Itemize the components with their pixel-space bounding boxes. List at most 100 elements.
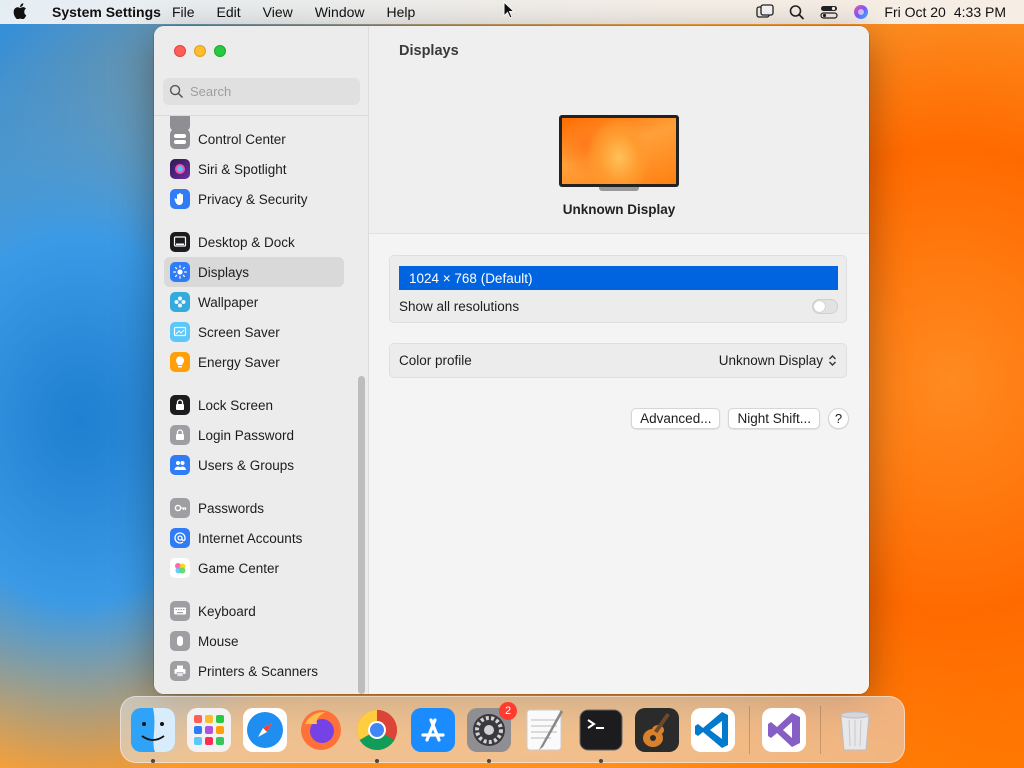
sidebar-item-wallpaper[interactable]: Wallpaper [164, 287, 344, 317]
sidebar-item-lock-screen[interactable]: Lock Screen [164, 390, 344, 420]
dock-system-settings[interactable]: 2 [465, 701, 517, 763]
dock-launchpad[interactable] [185, 706, 233, 754]
dock-trash[interactable] [831, 706, 879, 754]
sidebar-item-mouse[interactable]: Mouse [164, 626, 344, 656]
dock-chrome[interactable] [353, 706, 401, 763]
sidebar-item-users-groups[interactable]: Users & Groups [164, 450, 344, 480]
sidebar-item-keyboard[interactable]: Keyboard [164, 596, 344, 626]
show-all-resolutions-row: Show all resolutions [399, 295, 838, 317]
sidebar-item-label: Keyboard [198, 603, 256, 619]
lock-icon [170, 395, 190, 415]
advanced-button[interactable]: Advanced... [631, 408, 721, 429]
finder-icon [131, 707, 175, 752]
sidebar-search[interactable] [163, 78, 360, 105]
running-indicator [487, 758, 491, 763]
app-menu[interactable]: System Settings [40, 4, 161, 20]
display-header: Displays Unknown Display [369, 26, 869, 234]
minimize-window-button[interactable] [194, 45, 206, 57]
dock-firefox[interactable] [297, 706, 345, 754]
sidebar-item-control-center[interactable]: Control Center [164, 124, 344, 154]
padlock-icon [170, 425, 190, 445]
show-all-resolutions-label: Show all resolutions [399, 298, 520, 314]
display-actions: Advanced... Night Shift... ? [631, 408, 849, 429]
spotlight-search-icon[interactable] [788, 4, 806, 20]
mouse-icon [170, 631, 190, 651]
dock-finder[interactable] [129, 706, 177, 763]
apple-menu-icon[interactable] [0, 3, 40, 21]
sidebar: Control Center Siri & Spotlight Privacy … [154, 26, 369, 694]
sidebar-item-label: Login Password [198, 427, 295, 443]
sidebar-item-label: Energy Saver [198, 354, 280, 370]
dock: 2 [120, 696, 905, 763]
sidebar-list: Control Center Siri & Spotlight Privacy … [154, 115, 369, 694]
search-input[interactable] [190, 84, 350, 99]
display-name-container: Unknown Display [369, 202, 869, 217]
sidebar-item-label: Desktop & Dock [198, 234, 295, 250]
clock-time: 4:33 PM [953, 4, 1006, 20]
wallpaper-preview [562, 118, 676, 184]
page-title: Displays [399, 43, 459, 59]
sidebar-item-label: Siri & Spotlight [198, 161, 287, 177]
menu-edit[interactable]: Edit [206, 4, 252, 20]
chrome-icon [357, 709, 397, 750]
menu-view[interactable]: View [252, 4, 304, 20]
siri-icon [170, 159, 190, 179]
help-button[interactable]: ? [828, 408, 849, 429]
vscode-icon [691, 707, 735, 752]
screensaver-icon [170, 322, 190, 342]
menu-clock[interactable]: Fri Oct 20 4:33 PM [884, 4, 1006, 20]
dock-garageband[interactable] [633, 706, 681, 754]
control-center-icon[interactable] [820, 4, 838, 20]
running-indicator [151, 758, 155, 763]
main-pane: Displays Unknown Display 1024 × 768 (Def… [369, 26, 869, 694]
resolution-option-selected[interactable]: 1024 × 768 (Default) [399, 266, 838, 290]
menu-file[interactable]: File [161, 4, 206, 20]
menu-window[interactable]: Window [304, 4, 376, 20]
dock-safari[interactable] [241, 706, 289, 754]
sidebar-item-printers-scanners[interactable]: Printers & Scanners [164, 656, 344, 686]
sidebar-item-internet-accounts[interactable]: Internet Accounts [164, 523, 344, 553]
dock-terminal[interactable] [577, 706, 625, 763]
sidebar-item-siri-spotlight[interactable]: Siri & Spotlight [164, 154, 344, 184]
siri-icon[interactable] [852, 4, 870, 20]
firefox-icon [301, 709, 341, 750]
zoom-window-button[interactable] [214, 45, 226, 57]
running-indicator [375, 758, 379, 763]
color-profile-select[interactable]: Unknown Display [719, 353, 837, 368]
screen-mirroring-icon[interactable] [756, 4, 775, 20]
sidebar-item-label: Printers & Scanners [198, 663, 319, 679]
up-down-chevron-icon [829, 355, 836, 366]
textedit-icon [526, 709, 563, 750]
sidebar-item-label: Internet Accounts [198, 530, 303, 546]
sidebar-item-energy-saver[interactable]: Energy Saver [164, 347, 344, 377]
sidebar-item-label: Lock Screen [198, 397, 274, 413]
close-window-button[interactable] [174, 45, 186, 57]
sidebar-item-desktop-dock[interactable]: Desktop & Dock [164, 227, 344, 257]
window-controls [174, 45, 226, 57]
key-icon [170, 498, 190, 518]
sidebar-item-label: Control Center [198, 131, 286, 147]
sidebar-item-displays[interactable]: Displays [164, 257, 344, 287]
sidebar-item-privacy-security[interactable]: Privacy & Security [164, 184, 344, 214]
dock-vscode[interactable] [689, 706, 737, 754]
sidebar-item-screen-saver[interactable]: Screen Saver [164, 317, 344, 347]
sidebar-item-login-password[interactable]: Login Password [164, 420, 344, 450]
dock-app-store[interactable] [409, 706, 457, 754]
display-monitor-image[interactable] [559, 115, 679, 193]
users-icon [170, 455, 190, 475]
resolution-panel: 1024 × 768 (Default) Show all resolution… [389, 255, 847, 323]
sidebar-item-game-center[interactable]: Game Center [164, 553, 344, 583]
sidebar-item-label: Mouse [198, 633, 239, 649]
dock-textedit[interactable] [521, 706, 569, 754]
clock-date: Fri Oct 20 [884, 4, 946, 20]
search-icon [169, 84, 183, 98]
dock-visual-studio[interactable] [760, 706, 808, 754]
menu-help[interactable]: Help [376, 4, 427, 20]
show-all-resolutions-toggle[interactable] [812, 298, 838, 314]
sidebar-item-passwords[interactable]: Passwords [164, 493, 344, 523]
flower-icon [170, 292, 190, 312]
color-profile-row: Color profile Unknown Display [389, 343, 847, 378]
monitor-screen [559, 115, 679, 187]
sidebar-scrollbar[interactable] [358, 376, 365, 694]
night-shift-button[interactable]: Night Shift... [728, 408, 820, 429]
